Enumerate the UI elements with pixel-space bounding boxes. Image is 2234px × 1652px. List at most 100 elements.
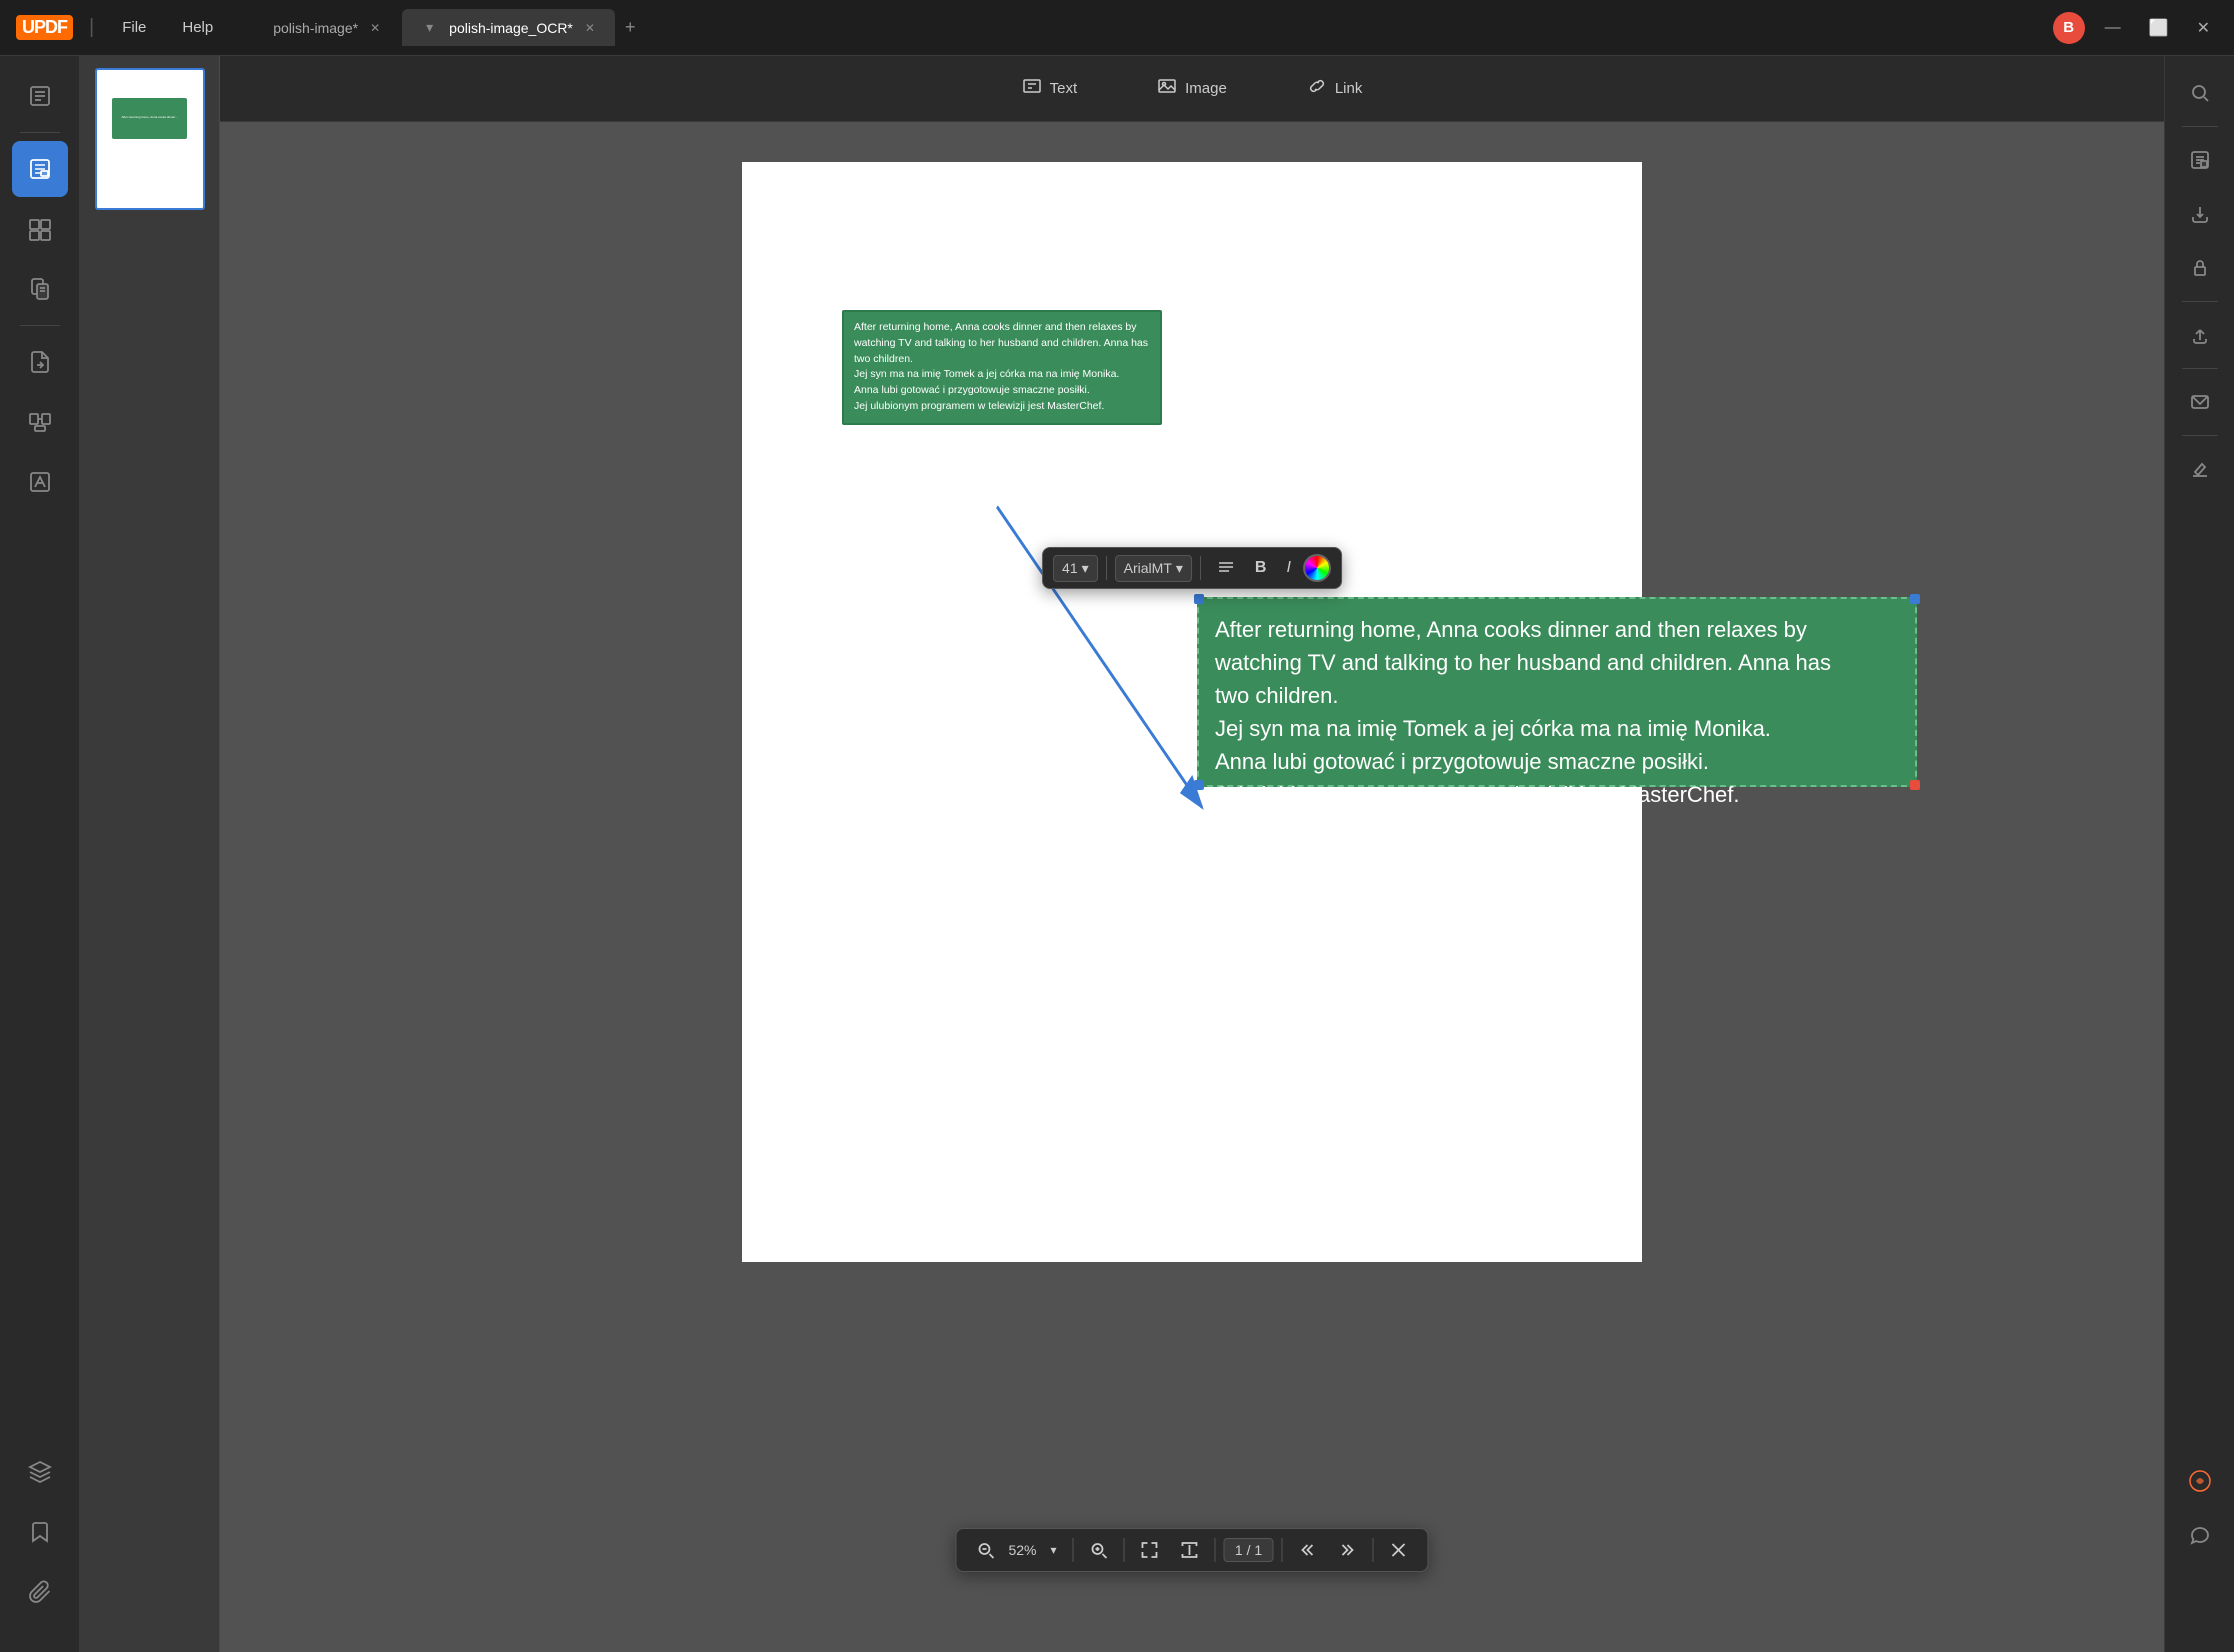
right-sep-2 [2182,301,2218,302]
thumbnail-text-box: After returning home, Anna cooks dinner.… [112,98,186,139]
resize-handle-bottom-right[interactable] [1910,780,1920,790]
maximize-button[interactable]: ⬜ [2141,14,2177,42]
sidebar-bottom-icons [12,1444,68,1640]
zoom-level-value: 52% [1008,1542,1036,1558]
image-tool-icon [1157,76,1177,101]
bottom-toolbar-divider-2 [1124,1538,1125,1562]
right-sep-4 [2182,435,2218,436]
attachment-icon[interactable] [12,1564,68,1620]
text-tool-label: Text [1050,80,1078,97]
page-thumbnail-1[interactable]: After returning home, Anna cooks dinner.… [95,68,205,210]
tab-polish-image[interactable]: polish-image* ✕ [257,13,400,43]
resize-handle-top-left[interactable] [1194,594,1204,604]
fit-page-button[interactable] [1133,1537,1167,1563]
chat-right-icon[interactable] [2175,1510,2225,1560]
resize-handle-top-right[interactable] [1910,594,1920,604]
tab-add-button[interactable]: + [617,13,644,42]
close-button[interactable]: ✕ [2189,14,2218,42]
text-tool-button[interactable]: Text [1002,68,1098,109]
sidebar-sep-1 [20,132,60,133]
app-logo: UPDF [16,15,73,40]
image-tool-button[interactable]: Image [1137,68,1247,109]
menu-file[interactable]: File [110,15,158,40]
font-size-value: 41 [1062,560,1078,576]
right-sep-1 [2182,126,2218,127]
right-sidebar-bottom [2175,1456,2225,1640]
align-button[interactable] [1209,555,1243,581]
merge-icon[interactable] [12,394,68,450]
italic-button[interactable]: I [1278,555,1298,581]
left-sidebar [0,56,80,1652]
page-thumbnail-icon[interactable] [12,201,68,257]
edit-mode-icon[interactable] [12,141,68,197]
page-container: After returning home, Anna cooks dinner … [742,162,1642,1612]
link-tool-label: Link [1335,80,1363,97]
link-tool-icon [1307,76,1327,101]
bottom-toolbar-divider-1 [1073,1538,1074,1562]
font-name-value: ArialMT [1124,560,1172,576]
ai-assistant-icon[interactable] [2175,1456,2225,1506]
menu-help[interactable]: Help [170,15,225,40]
font-size-select[interactable]: 41 ▾ [1053,555,1098,582]
search-panel-icon[interactable] [2175,68,2225,118]
close-view-button[interactable] [1382,1537,1416,1563]
zoom-dropdown-icon: ▾ [1051,1543,1057,1557]
zoom-out-button[interactable] [968,1537,1002,1563]
watermark-icon[interactable] [12,454,68,510]
main-text-box[interactable]: After returning home, Anna cooks dinner … [1197,597,1917,787]
thumbnail-text-content: After returning home, Anna cooks dinner.… [119,114,179,122]
content-area: Text Image [220,56,2164,1652]
tab-polish-image-ocr[interactable]: ▾ polish-image_OCR* ✕ [402,9,615,46]
bottom-toolbar-divider-3 [1215,1538,1216,1562]
tab-dropdown-icon[interactable]: ▾ [418,15,441,40]
tab-close-2[interactable]: ✕ [581,19,599,37]
thumbnail-panel: After returning home, Anna cooks dinner.… [80,56,220,1652]
titlebar-divider: | [89,16,94,39]
bottom-toolbar: 52% ▾ [955,1528,1428,1572]
layers-icon[interactable] [12,1444,68,1500]
bottom-toolbar-divider-4 [1282,1538,1283,1562]
font-name-dropdown-icon: ▾ [1176,560,1183,577]
page-edit-icon[interactable] [12,261,68,317]
link-tool-button[interactable]: Link [1287,68,1383,109]
bookmark-icon[interactable] [12,1504,68,1560]
color-picker-button[interactable] [1303,554,1331,582]
resize-handle-bottom-left[interactable] [1194,780,1204,790]
prev-page-button[interactable] [1291,1537,1325,1563]
text-tool-icon [1022,76,1042,101]
text-preview-box: After returning home, Anna cooks dinner … [842,310,1162,425]
tab-bar: polish-image* ✕ ▾ polish-image_OCR* ✕ + [257,9,2040,46]
top-toolbar: Text Image [220,56,2164,122]
toolbar-divider-1 [1106,556,1107,580]
tab-close-1[interactable]: ✕ [366,19,384,37]
zoom-dropdown-button[interactable]: ▾ [1043,1539,1065,1561]
user-avatar[interactable]: B [2053,12,2085,44]
bold-button[interactable]: B [1247,555,1275,581]
bottom-toolbar-divider-5 [1373,1538,1374,1562]
right-sidebar [2164,56,2234,1652]
doc-canvas[interactable]: After returning home, Anna cooks dinner … [220,122,2164,1652]
sign-right-icon[interactable] [2175,444,2225,494]
right-sep-3 [2182,368,2218,369]
convert-icon[interactable] [12,334,68,390]
mail-right-icon[interactable] [2175,377,2225,427]
titlebar: UPDF | File Help polish-image* ✕ ▾ polis… [0,0,2234,56]
minimize-button[interactable]: — [2097,15,2129,41]
toolbar-divider-2 [1200,556,1201,580]
image-tool-label: Image [1185,80,1227,97]
thumbnail-preview-1: After returning home, Anna cooks dinner.… [97,70,203,208]
zoom-in-button[interactable] [1082,1537,1116,1563]
page-number-input[interactable] [1224,1538,1274,1562]
doc-page[interactable]: After returning home, Anna cooks dinner … [742,162,1642,1262]
format-toolbar: 41 ▾ ArialMT ▾ [1042,547,1342,589]
titlebar-actions: B — ⬜ ✕ [2053,12,2218,44]
font-name-select[interactable]: ArialMT ▾ [1115,555,1192,582]
next-page-button[interactable] [1331,1537,1365,1563]
ocr-right-icon[interactable] [2175,135,2225,185]
font-size-dropdown-icon: ▾ [1082,560,1089,577]
share-right-icon[interactable] [2175,310,2225,360]
import-right-icon[interactable] [2175,189,2225,239]
fit-width-button[interactable] [1173,1537,1207,1563]
reader-mode-icon[interactable] [12,68,68,124]
protect-right-icon[interactable] [2175,243,2225,293]
